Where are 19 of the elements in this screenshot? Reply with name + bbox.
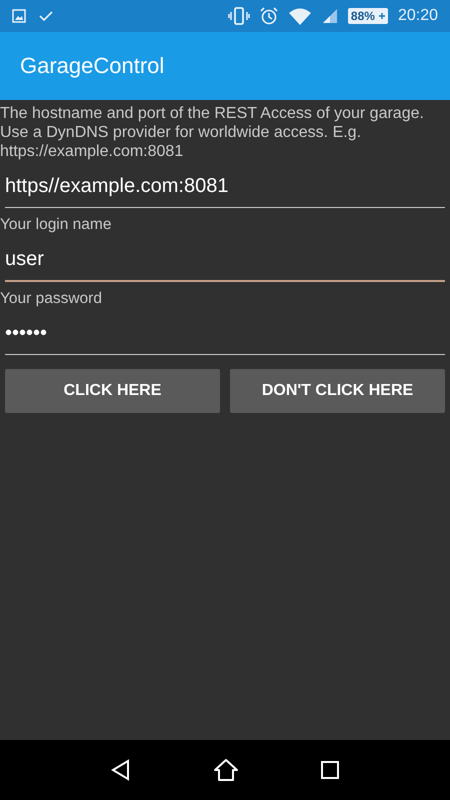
action-button[interactable]: CLICK HERE <box>5 369 220 413</box>
check-icon <box>38 9 54 23</box>
battery-level: 88% <box>348 9 377 23</box>
field-label: Your password <box>0 290 103 308</box>
input-field[interactable]: https//example.com:8081 <box>5 165 445 208</box>
signal-icon <box>322 8 338 24</box>
field-label: Your login name <box>0 216 112 234</box>
recents-icon[interactable] <box>320 760 340 780</box>
home-icon[interactable] <box>212 758 239 782</box>
clock-time: 20:20 <box>398 7 438 25</box>
image-icon <box>12 9 26 23</box>
app-title: GarageControl <box>20 53 164 79</box>
description-text: The hostname and port of the REST Access of your garage. Use a DynDNS provider for worldwide access. E.g. https://example.com:8081 <box>0 104 425 161</box>
input-field[interactable]: user <box>5 238 445 282</box>
vibrate-icon <box>228 7 250 25</box>
alarm-icon <box>260 7 278 25</box>
input-field[interactable]: •••••• <box>5 312 445 355</box>
wifi-icon <box>288 7 312 25</box>
action-button[interactable]: DON'T CLICK HERE <box>230 369 445 413</box>
